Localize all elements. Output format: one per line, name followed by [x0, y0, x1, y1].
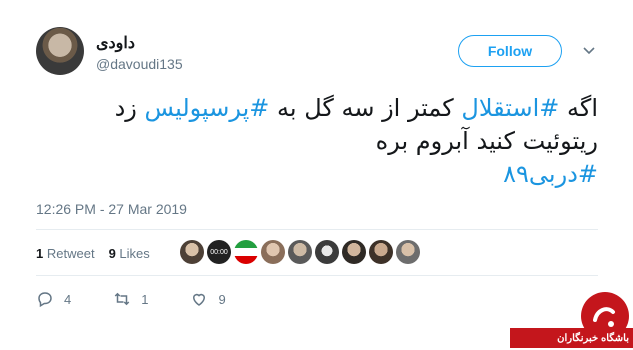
likes-stat[interactable]: 9 Likes: [109, 246, 150, 261]
chevron-down-icon[interactable]: [581, 42, 597, 58]
divider: [36, 275, 598, 276]
likes-count: 9: [108, 246, 116, 261]
author-handle[interactable]: @davoudi135: [96, 56, 183, 72]
divider: [36, 229, 598, 230]
liker-avatar[interactable]: [315, 240, 339, 264]
retweet-count: 1: [141, 291, 149, 307]
follow-button[interactable]: Follow: [458, 35, 562, 67]
tweet-line-1: اگه #استقلال کمتر از سه گل به #پرسپولیس …: [38, 92, 598, 125]
liker-avatar[interactable]: [369, 240, 393, 264]
likes-label: Likes: [119, 246, 150, 261]
tweet-text: اگه #استقلال کمتر از سه گل به #پرسپولیس …: [38, 92, 598, 191]
tweet-line-2: ریتوئیت کنید آبروم بره: [375, 127, 598, 155]
retweet-icon: [114, 292, 130, 306]
watermark-text: باشگاه خبرنگاران: [510, 328, 633, 348]
tweet-stats: 1 Retweet 9 Likes: [36, 246, 150, 261]
tweet-timestamp[interactable]: 12:26 PM - 27 Mar 2019: [36, 201, 187, 217]
author-avatar[interactable]: [36, 27, 84, 75]
liker-avatar[interactable]: [396, 240, 420, 264]
reply-count: 4: [64, 291, 72, 307]
watermark: باشگاه خبرنگاران: [510, 290, 633, 350]
reply-icon: [38, 292, 52, 308]
hashtag-link[interactable]: #استقلال: [461, 94, 559, 122]
likers-avatars: 00:00: [180, 240, 420, 264]
liker-avatar[interactable]: 00:00: [207, 240, 231, 264]
like-action[interactable]: 9: [190, 290, 226, 308]
heart-icon: [193, 293, 206, 306]
retweet-action[interactable]: 1: [113, 290, 148, 308]
liker-avatar[interactable]: [342, 240, 366, 264]
tweet-actions: 4 1 9: [36, 290, 268, 308]
tweet-text-segment: زد: [114, 94, 145, 122]
retweets-count: 1: [36, 246, 44, 261]
hashtag-link[interactable]: #دربی۸۹: [503, 160, 598, 188]
author-display-name[interactable]: داودی: [96, 33, 135, 53]
tweet-text-segment: کمتر از سه گل به: [269, 94, 462, 122]
liker-avatar[interactable]: [288, 240, 312, 264]
hashtag-link[interactable]: #پرسپولیس: [144, 94, 269, 122]
tweet-text-segment: اگه: [559, 94, 598, 122]
like-count: 9: [218, 291, 226, 307]
liker-avatar[interactable]: [261, 240, 285, 264]
retweets-label: Retweet: [46, 246, 95, 261]
retweets-stat[interactable]: 1 Retweet: [36, 246, 95, 261]
reply-action[interactable]: 4: [36, 290, 71, 308]
liker-avatar[interactable]: [180, 240, 204, 264]
liker-avatar[interactable]: [234, 240, 258, 264]
